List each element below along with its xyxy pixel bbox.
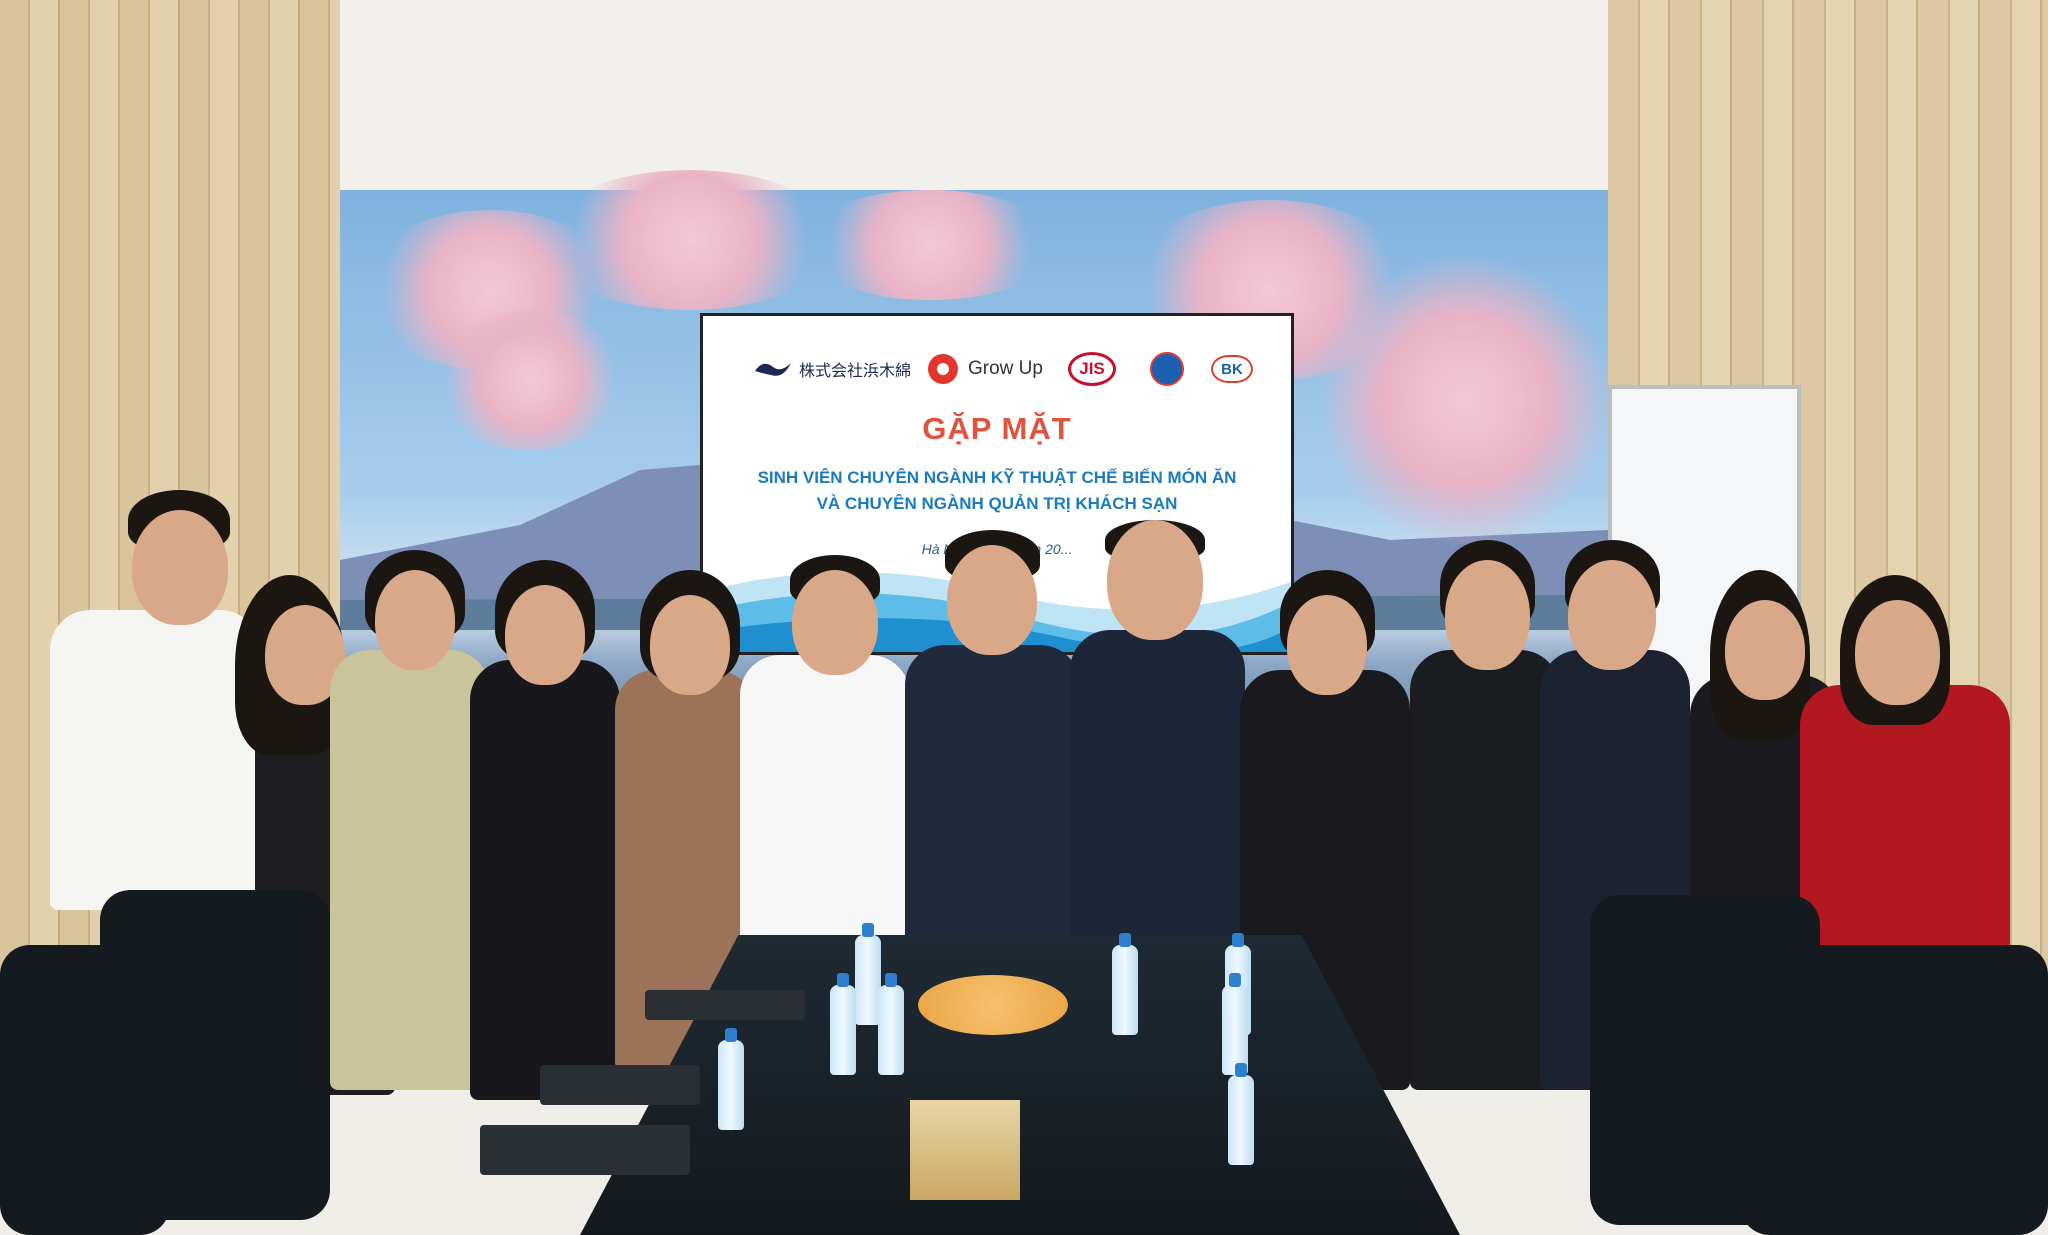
dragon-icon — [755, 363, 791, 376]
ceiling-wall — [340, 0, 1608, 190]
person-head — [505, 585, 585, 685]
tissue-box — [910, 1100, 1020, 1200]
bk-logo-icon: BK — [1211, 344, 1253, 394]
person-body — [470, 660, 620, 1100]
notebook — [540, 1065, 700, 1105]
water-bottle — [878, 973, 904, 1075]
water-bottle — [830, 973, 856, 1075]
person-body — [1410, 650, 1560, 1090]
person-body — [330, 650, 490, 1090]
person-head — [375, 570, 455, 670]
bk-logo-text: BK — [1211, 355, 1253, 383]
person-body — [1800, 685, 2010, 985]
person-head — [650, 595, 730, 695]
sponsor-logos: 株式会社浜木綿 Grow Up JIS BK — [703, 344, 1291, 404]
person-head — [1445, 560, 1530, 670]
event-subtitle-line1: SINH VIÊN CHUYÊN NGÀNH KỸ THUẬT CHẾ BIẾN… — [757, 468, 1237, 487]
jis-logo-icon: JIS — [1068, 344, 1116, 394]
water-bottle — [1112, 933, 1138, 1035]
water-bottle — [718, 1028, 744, 1130]
event-title: GẶP MẶT — [922, 411, 1072, 446]
blossom-cluster — [540, 170, 840, 310]
person-head — [1568, 560, 1656, 670]
hamamen-logo-icon: 株式会社浜木綿 — [753, 344, 911, 394]
blossom-cluster — [1320, 250, 1610, 550]
growup-logo-text: Grow Up — [968, 358, 1043, 379]
person-head — [947, 545, 1037, 655]
person-head — [1725, 600, 1805, 700]
water-bottle — [1222, 973, 1248, 1075]
office-chair — [1740, 945, 2048, 1235]
person-head — [1855, 600, 1940, 705]
growup-logo-icon: Grow Up — [928, 344, 1043, 394]
jis-logo-text: JIS — [1068, 352, 1116, 386]
school-emblem-mark — [1150, 352, 1184, 386]
water-bottle — [1228, 1063, 1254, 1165]
person-head — [1287, 595, 1367, 695]
notebook — [645, 990, 805, 1020]
person-head — [132, 510, 228, 625]
conference-room-photo: 株式会社浜木綿 Grow Up JIS BK GẶP MẶT SINH VIÊN… — [0, 0, 2048, 1235]
fruit-plate — [918, 975, 1068, 1035]
office-chair — [100, 890, 330, 1220]
notebook — [480, 1125, 690, 1175]
blossom-cluster — [430, 310, 630, 450]
event-subtitle-line2: VÀ CHUYÊN NGÀNH QUẢN TRỊ KHÁCH SẠN — [816, 494, 1178, 513]
hamamen-logo-text: 株式会社浜木綿 — [799, 361, 912, 380]
person-body — [50, 610, 260, 910]
person-head — [792, 570, 878, 675]
blossom-cluster — [800, 190, 1060, 300]
person-head — [1107, 520, 1203, 640]
school-emblem-icon — [1150, 344, 1184, 394]
growup-g-icon — [928, 354, 958, 384]
